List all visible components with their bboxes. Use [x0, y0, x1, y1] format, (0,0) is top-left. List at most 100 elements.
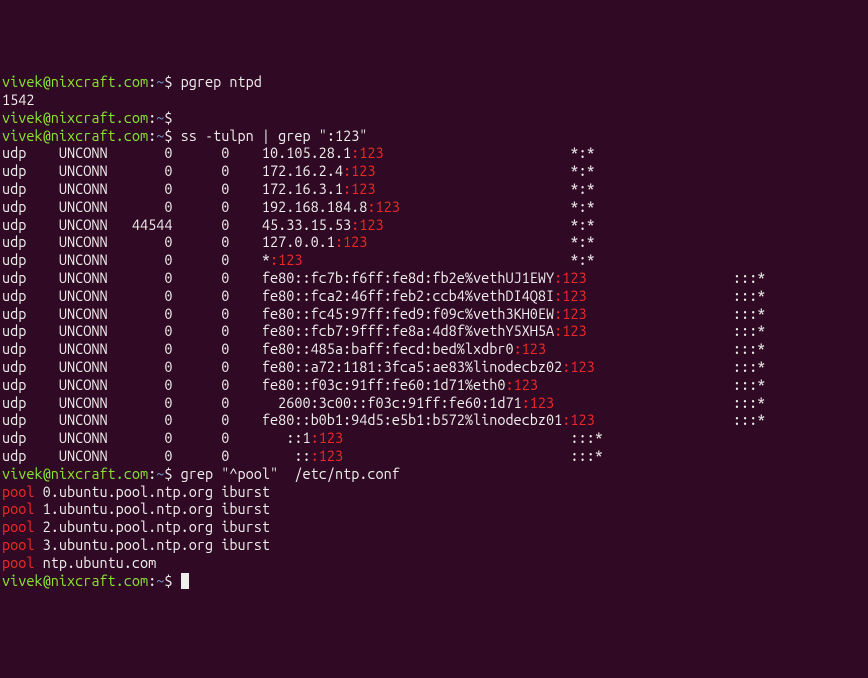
port-num: :123	[562, 358, 594, 375]
local-addr: fe80::a72:1181:3fca5:ae83%linodecbz02	[262, 358, 562, 375]
output-line: 1542	[2, 91, 866, 109]
port-num: :123	[522, 394, 554, 411]
match-rest: 1.ubuntu.pool.ntp.org iburst	[34, 500, 269, 517]
match-kw: pool	[2, 554, 34, 571]
peer-addr: *:*	[570, 180, 594, 197]
cursor-block	[181, 573, 189, 589]
match-kw: pool	[2, 500, 34, 517]
prompt-sep: :	[148, 572, 156, 589]
local-addr: fe80::b0b1:94d5:e5b1:b572%linodecbz01	[262, 411, 562, 428]
peer-addr: :::*	[733, 376, 765, 393]
prompt-user: vivek@nixcraft.com	[2, 109, 148, 126]
prompt-end: $	[164, 73, 180, 90]
peer-addr: :::*	[733, 322, 765, 339]
local-addr: 10.105.28.1	[262, 144, 351, 161]
ss-row: udp UNCONN 0 0 fe80::a72:1181:3fca5:ae83…	[2, 358, 866, 376]
match-rest: 2.ubuntu.pool.ntp.org iburst	[34, 518, 269, 535]
peer-addr: :::*	[733, 340, 765, 357]
port-num: :123	[311, 429, 343, 446]
grep-line: pool 0.ubuntu.pool.ntp.org iburst	[2, 483, 866, 501]
port-num: :123	[343, 162, 375, 179]
typed-command: grep "^pool" /etc/ntp.conf	[181, 465, 400, 482]
local-addr: ::1	[262, 429, 311, 446]
peer-addr: *:*	[570, 233, 594, 250]
local-addr: 172.16.2.4	[262, 162, 343, 179]
ss-row: udp UNCONN 0 0 172.16.3.1:123 *:*	[2, 180, 866, 198]
peer-addr: :::*	[733, 394, 765, 411]
port-num: :123	[351, 144, 383, 161]
port-num: :123	[514, 340, 546, 357]
peer-addr: *:*	[570, 251, 594, 268]
grep-line: pool ntp.ubuntu.com	[2, 554, 866, 572]
prompt-user: vivek@nixcraft.com	[2, 572, 148, 589]
port-num: :123	[311, 447, 343, 464]
prompt-user: vivek@nixcraft.com	[2, 465, 148, 482]
ss-row: udp UNCONN 0 0 10.105.28.1:123 *:*	[2, 144, 866, 162]
port-num: :123	[270, 251, 302, 268]
grep-line: pool 2.ubuntu.pool.ntp.org iburst	[2, 518, 866, 536]
ss-row: udp UNCONN 0 0 127.0.0.1:123 *:*	[2, 233, 866, 251]
ss-row: udp UNCONN 0 0 fe80::485a:baff:fecd:bed%…	[2, 340, 866, 358]
peer-addr: :::*	[733, 411, 765, 428]
ss-row: udp UNCONN 0 0 fe80::f03c:91ff:fe60:1d71…	[2, 376, 866, 394]
peer-addr: *:*	[570, 198, 594, 215]
port-num: :123	[367, 198, 399, 215]
local-addr: 127.0.0.1	[262, 233, 335, 250]
typed-command: pgrep ntpd	[181, 73, 262, 90]
cmd-line[interactable]: vivek@nixcraft.com:~$ ss -tulpn | grep "…	[2, 127, 866, 145]
peer-addr: *:*	[570, 162, 594, 179]
typed-command: ss -tulpn | grep ":123"	[181, 127, 368, 144]
cmd-line[interactable]: vivek@nixcraft.com:~$	[2, 109, 866, 127]
local-addr: 172.16.3.1	[262, 180, 343, 197]
grep-line: pool 3.ubuntu.pool.ntp.org iburst	[2, 536, 866, 554]
port-num: :123	[505, 376, 537, 393]
prompt-end: $	[164, 465, 180, 482]
terminal-output: vivek@nixcraft.com:~$ pgrep ntpd1542vive…	[2, 73, 866, 589]
ss-row: udp UNCONN 0 0 fe80::fc45:97ff:fed9:f09c…	[2, 305, 866, 323]
ss-row: udp UNCONN 0 0 :::123 :::*	[2, 447, 866, 465]
local-addr: fe80::485a:baff:fecd:bed%lxdbr0	[262, 340, 514, 357]
peer-addr: :::*	[570, 429, 602, 446]
prompt-user: vivek@nixcraft.com	[2, 73, 148, 90]
cmd-line[interactable]: vivek@nixcraft.com:~$ grep "^pool" /etc/…	[2, 465, 866, 483]
local-addr: 2600:3c00::f03c:91ff:fe60:1d71	[262, 394, 522, 411]
port-num: :123	[343, 180, 375, 197]
prompt-user: vivek@nixcraft.com	[2, 127, 148, 144]
ss-row: udp UNCONN 0 0 ::1:123 :::*	[2, 429, 866, 447]
peer-addr: :::*	[733, 287, 765, 304]
peer-addr: :::*	[733, 269, 765, 286]
grep-line: pool 1.ubuntu.pool.ntp.org iburst	[2, 500, 866, 518]
port-num: :123	[554, 287, 586, 304]
ss-row: udp UNCONN 0 0 fe80::fc7b:f6ff:fe8d:fb2e…	[2, 269, 866, 287]
match-rest: 0.ubuntu.pool.ntp.org iburst	[34, 483, 269, 500]
ss-row: udp UNCONN 0 0 fe80::fcb7:9fff:fe8a:4d8f…	[2, 322, 866, 340]
ss-row: udp UNCONN 0 0 fe80::b0b1:94d5:e5b1:b572…	[2, 411, 866, 429]
peer-addr: :::*	[733, 305, 765, 322]
ss-row: udp UNCONN 0 0 172.16.2.4:123 *:*	[2, 162, 866, 180]
cmd-line[interactable]: vivek@nixcraft.com:~$	[2, 572, 866, 590]
match-rest: 3.ubuntu.pool.ntp.org iburst	[34, 536, 269, 553]
prompt-path: ~	[156, 572, 164, 589]
port-num: :123	[554, 305, 586, 322]
port-num: :123	[351, 216, 383, 233]
peer-addr: :::*	[570, 447, 602, 464]
local-addr: fe80::fc7b:f6ff:fe8d:fb2e%vethUJ1EWY	[262, 269, 554, 286]
prompt-end: $	[164, 109, 180, 126]
ss-row: udp UNCONN 44544 0 45.33.15.53:123 *:*	[2, 216, 866, 234]
match-rest: ntp.ubuntu.com	[34, 554, 156, 571]
port-num: :123	[562, 411, 594, 428]
cmd-line[interactable]: vivek@nixcraft.com:~$ pgrep ntpd	[2, 73, 866, 91]
local-addr: 45.33.15.53	[262, 216, 351, 233]
local-addr: fe80::fc45:97ff:fed9:f09c%veth3KH0EW	[262, 305, 554, 322]
local-addr: fe80::fcb7:9fff:fe8a:4d8f%vethY5XH5A	[262, 322, 554, 339]
local-addr: *	[262, 251, 270, 268]
port-num: :123	[335, 233, 367, 250]
match-kw: pool	[2, 483, 34, 500]
ss-row: udp UNCONN 0 0 fe80::fca2:46ff:feb2:ccb4…	[2, 287, 866, 305]
local-addr: fe80::fca2:46ff:feb2:ccb4%vethDI4Q8I	[262, 287, 554, 304]
match-kw: pool	[2, 536, 34, 553]
prompt-end: $	[164, 572, 180, 589]
prompt-end: $	[164, 127, 180, 144]
peer-addr: *:*	[570, 216, 594, 233]
peer-addr: :::*	[733, 358, 765, 375]
